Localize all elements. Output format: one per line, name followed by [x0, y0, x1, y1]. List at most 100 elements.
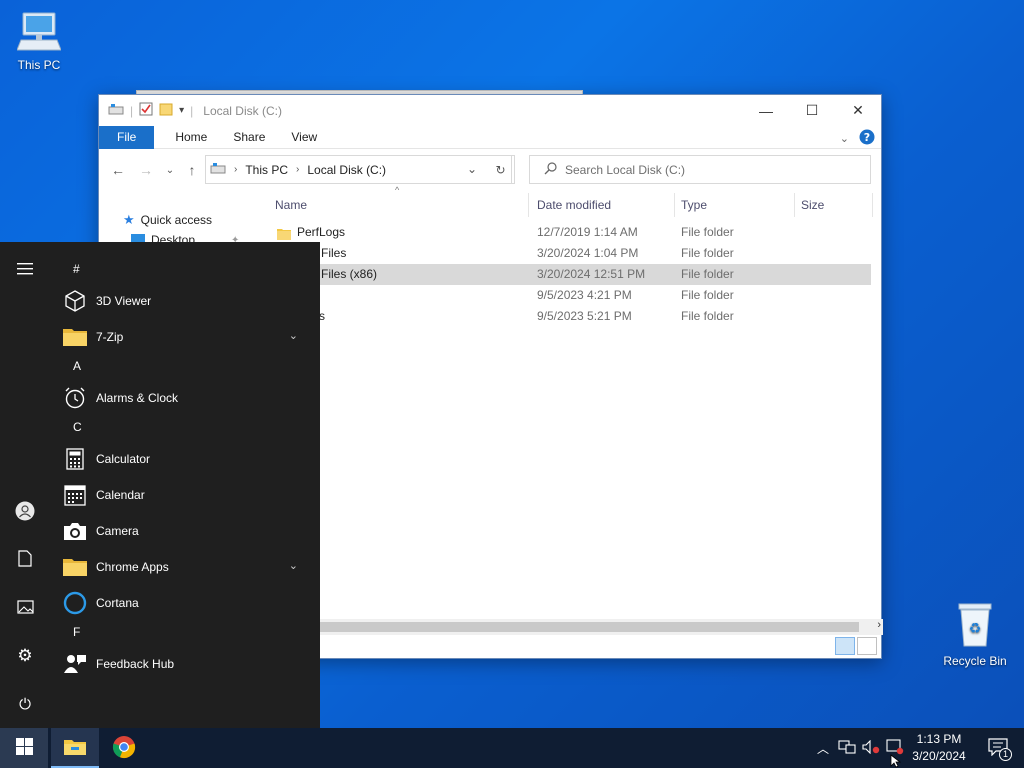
expand-ribbon-icon[interactable]: ⌄: [840, 132, 849, 145]
show-hidden-icons-button[interactable]: ︿: [812, 728, 834, 768]
calculator-icon: [63, 447, 87, 471]
settings-button[interactable]: ⚙: [0, 638, 50, 674]
app-label: Feedback Hub: [96, 657, 175, 671]
action-center-button[interactable]: 1: [978, 728, 1018, 768]
column-type[interactable]: Type: [675, 193, 795, 217]
breadcrumb-local-disk[interactable]: Local Disk (C:): [307, 163, 386, 177]
column-date-modified[interactable]: Date modified: [531, 193, 675, 217]
column-size[interactable]: Size: [795, 193, 873, 217]
network-icon: [838, 739, 856, 757]
horizontal-scrollbar[interactable]: ›: [319, 619, 883, 635]
start-app-3d-viewer[interactable]: 3D Viewer: [63, 283, 313, 319]
group-letter[interactable]: A: [73, 359, 81, 373]
chevron-down-icon[interactable]: ⌄: [289, 329, 298, 342]
drive-icon: [210, 162, 226, 177]
recent-locations-button[interactable]: ⌄: [159, 159, 181, 181]
start-app-camera[interactable]: Camera: [63, 513, 313, 549]
details-view-button[interactable]: [835, 637, 855, 655]
notification-count-badge: 1: [999, 747, 1012, 761]
customize-quick-access-icon[interactable]: ▾: [179, 105, 184, 116]
taskbar: ︿ 1:13 PM 3/20/2024 1: [0, 728, 1024, 768]
table-row[interactable]: PerfLogs 12/7/2019 1:14 AM File folder: [269, 222, 871, 243]
back-button[interactable]: ←: [107, 159, 129, 181]
forward-button[interactable]: →: [135, 159, 157, 181]
start-app-cortana[interactable]: Cortana: [63, 585, 313, 621]
search-box[interactable]: [529, 155, 871, 184]
desktop-icon-label: Recycle Bin: [943, 654, 1007, 668]
expand-menu-button[interactable]: [0, 252, 50, 288]
group-letter[interactable]: C: [73, 420, 82, 434]
tab-view[interactable]: View: [278, 126, 330, 149]
refresh-button[interactable]: ↻: [487, 155, 515, 184]
feedback-icon: [63, 652, 87, 676]
calendar-icon: [63, 483, 87, 507]
title-bar[interactable]: | ▾ | Local Disk (C:) — ☐ ✕: [99, 95, 881, 126]
chevron-down-icon[interactable]: ⌄: [289, 559, 298, 572]
file-date-modified: 12/7/2019 1:14 AM: [537, 225, 638, 239]
minimize-icon: —: [759, 102, 773, 119]
volume-tray-button[interactable]: [860, 728, 882, 768]
account-button[interactable]: [0, 494, 50, 530]
taskbar-chrome[interactable]: [100, 728, 148, 768]
documents-button[interactable]: [0, 542, 50, 578]
start-app-feedback-hub[interactable]: Feedback Hub: [63, 646, 313, 682]
pictures-button[interactable]: [0, 590, 50, 626]
maximize-button[interactable]: ☐: [789, 95, 835, 126]
arrow-left-icon: ←: [111, 162, 125, 178]
file-type: File folder: [681, 267, 734, 281]
file-type: File folder: [681, 288, 734, 302]
breadcrumb-chevron-icon: ›: [234, 164, 238, 175]
address-bar[interactable]: › This PC › Local Disk (C:) ⌄: [205, 155, 512, 184]
up-button[interactable]: ↑: [181, 159, 203, 181]
breadcrumb-this-pc[interactable]: This PC: [245, 163, 288, 177]
app-label: Alarms & Clock: [96, 391, 179, 405]
network-tray-button[interactable]: [836, 728, 858, 768]
scroll-right-icon[interactable]: ›: [877, 619, 881, 631]
table-row[interactable]: ram Files 3/20/2024 1:04 PM File folder: [269, 243, 871, 264]
start-app-chrome-apps[interactable]: Chrome Apps ⌄: [63, 549, 313, 585]
camera-icon: [63, 519, 87, 543]
start-app-calendar[interactable]: Calendar: [63, 477, 313, 513]
taskbar-clock[interactable]: 1:13 PM 3/20/2024: [906, 731, 972, 765]
app-label: 7-Zip: [96, 330, 124, 344]
help-icon[interactable]: ?: [859, 129, 875, 148]
new-folder-icon[interactable]: [159, 102, 173, 119]
file-list: PerfLogs 12/7/2019 1:14 AM File folder ram …: [269, 222, 871, 327]
group-letter[interactable]: F: [73, 625, 80, 639]
window-title: Local Disk (C:): [203, 103, 282, 118]
start-button[interactable]: [0, 728, 48, 768]
taskbar-file-explorer[interactable]: [51, 728, 99, 768]
search-icon: [544, 161, 557, 178]
tab-home[interactable]: Home: [162, 126, 220, 149]
desktop-icon-recycle-bin[interactable]: ♻ Recycle Bin: [935, 602, 1015, 668]
clock-time: 1:13 PM: [916, 732, 962, 746]
close-button[interactable]: ✕: [835, 95, 881, 126]
start-app-alarms-clock[interactable]: Alarms & Clock: [63, 380, 313, 416]
table-row[interactable]: ram Files (x86) 3/20/2024 12:51 PM File fo…: [269, 264, 871, 285]
power-button[interactable]: ⏻: [0, 686, 50, 722]
scrollbar-thumb[interactable]: [319, 622, 859, 632]
large-icons-view-button[interactable]: [857, 637, 877, 655]
tab-file[interactable]: File: [99, 125, 155, 149]
search-input[interactable]: [565, 162, 855, 177]
properties-icon[interactable]: [139, 102, 153, 119]
tab-share[interactable]: Share: [220, 126, 278, 149]
start-app-calculator[interactable]: Calculator: [63, 441, 313, 477]
desktop-icon-this-pc[interactable]: This PC: [0, 10, 79, 72]
start-app-7-zip[interactable]: 7-Zip ⌄: [63, 319, 313, 355]
hamburger-icon: [17, 262, 33, 278]
table-row[interactable]: s9/5/2023 4:21 PMFile folder: [269, 285, 871, 306]
nav-item-quick-access[interactable]: ★ Quick access: [123, 212, 212, 228]
recycle-bin-icon: ♻: [935, 602, 1015, 651]
group-letter[interactable]: #: [73, 262, 80, 276]
maximize-icon: ☐: [805, 102, 819, 118]
minimize-button[interactable]: —: [743, 95, 789, 126]
table-row[interactable]: dows9/5/2023 5:21 PMFile folder: [269, 306, 871, 327]
column-headers: ^ Name Date modified Type Size: [269, 185, 873, 217]
document-icon: [18, 550, 32, 570]
address-dropdown-icon[interactable]: ⌄: [467, 162, 477, 176]
start-menu-rail: ⚙ ⏻: [0, 242, 50, 728]
folder-icon: [63, 555, 87, 579]
app-label: Calendar: [96, 488, 145, 502]
column-name[interactable]: Name: [269, 193, 529, 217]
